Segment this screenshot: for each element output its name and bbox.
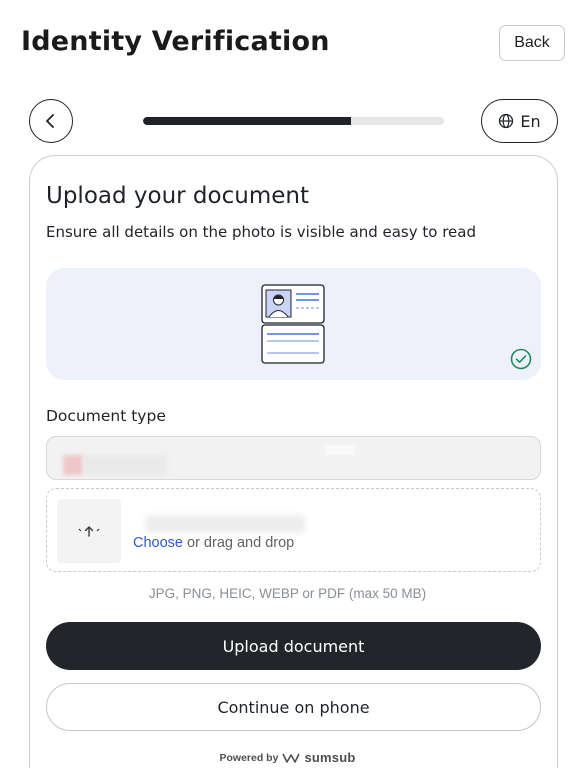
card-subtitle: Ensure all details on the photo is visib… — [46, 223, 476, 241]
document-type-label: Document type — [46, 407, 166, 425]
upload-document-button[interactable]: Upload document — [46, 622, 541, 670]
document-illustration — [46, 268, 541, 380]
upload-icon — [78, 526, 100, 537]
powered-by-text: Powered by — [219, 751, 279, 764]
choose-file-link[interactable]: Choose — [133, 535, 183, 551]
step-back-button[interactable] — [29, 99, 73, 143]
dropzone-text: Choose or drag and drop — [133, 535, 294, 551]
accepted-formats-note: JPG, PNG, HEIC, WEBP or PDF (max 50 MB) — [148, 586, 427, 601]
file-dropzone[interactable]: Choose or drag and drop — [46, 488, 541, 572]
redacted-dropzone-text — [145, 515, 305, 533]
card-title: Upload your document — [46, 183, 309, 209]
progress-bar — [143, 117, 444, 125]
continue-on-phone-button[interactable]: Continue on phone — [46, 683, 541, 731]
back-button[interactable]: Back — [499, 25, 565, 61]
redacted-flag — [63, 455, 83, 475]
redacted-mark — [325, 445, 355, 455]
progress-fill — [143, 117, 351, 125]
redacted-value — [83, 455, 167, 475]
brand-name: sumsub — [304, 750, 356, 765]
drag-drop-text: or drag and drop — [182, 535, 295, 551]
upload-thumbnail — [57, 499, 121, 563]
language-label: En — [520, 111, 541, 131]
language-selector[interactable]: En — [481, 99, 558, 143]
id-document-icon — [261, 284, 325, 364]
page-title: Identity Verification — [21, 26, 330, 57]
document-type-select[interactable] — [46, 436, 541, 480]
powered-by-footer: Powered by sumsub — [0, 750, 575, 765]
chevron-left-icon — [46, 114, 54, 128]
globe-icon — [499, 113, 514, 129]
sumsub-logo-icon — [282, 753, 301, 763]
check-circle-icon — [510, 348, 532, 370]
